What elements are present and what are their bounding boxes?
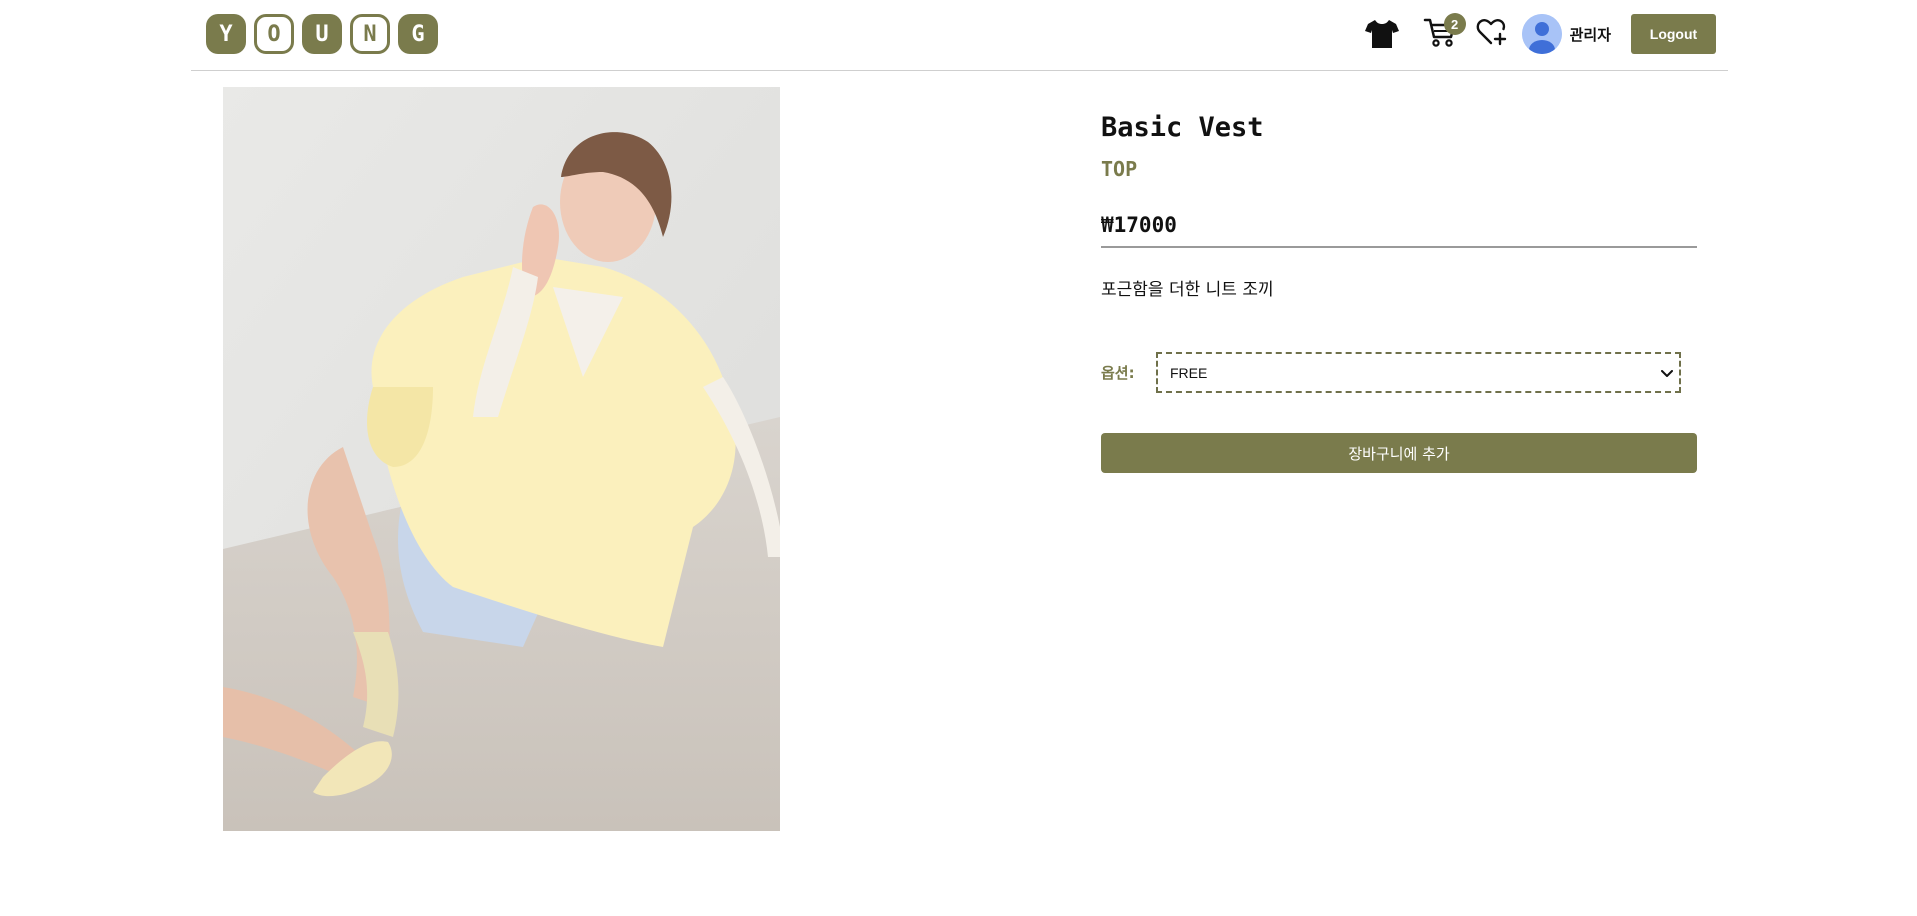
wishlist-button[interactable]	[1472, 14, 1512, 54]
option-select[interactable]: FREE	[1156, 352, 1681, 393]
product-price: ₩17000	[1101, 212, 1697, 248]
product-info: Basic Vest TOP ₩17000 포근함을 더한 니트 조끼 옵션: …	[1101, 110, 1697, 473]
option-row: 옵션: FREE	[1101, 352, 1697, 393]
logo-letter-u: U	[302, 14, 342, 54]
logo-letter-g: G	[398, 14, 438, 54]
top-header: Y O U N G 2 관리자 Logout	[191, 0, 1728, 71]
product-category: TOP	[1101, 157, 1138, 181]
logo-letter-o: O	[254, 14, 294, 54]
product-image	[223, 87, 780, 831]
chevron-down-icon	[1661, 365, 1673, 381]
add-to-cart-button[interactable]: 장바구니에 추가	[1101, 433, 1697, 473]
product-description: 포근함을 더한 니트 조끼	[1101, 280, 1274, 300]
option-label: 옵션:	[1101, 364, 1135, 382]
tshirt-icon[interactable]	[1362, 14, 1402, 54]
cart-count-badge: 2	[1443, 13, 1466, 35]
logout-button[interactable]: Logout	[1631, 14, 1716, 54]
user-name: 관리자	[1569, 25, 1611, 44]
header-actions: 2 관리자 Logout	[1362, 13, 1716, 55]
heart-plus-icon	[1476, 17, 1508, 51]
logo-letter-n: N	[350, 14, 390, 54]
page: Y O U N G 2 관리자 Logout Basic Vest TOP ₩1…	[0, 0, 1917, 916]
product-title: Basic Vest	[1101, 112, 1264, 143]
brand-logo[interactable]: Y O U N G	[206, 14, 438, 54]
cart-button[interactable]: 2	[1420, 13, 1466, 54]
logo-letter-y: Y	[206, 14, 246, 54]
option-selected-value: FREE	[1170, 364, 1208, 381]
user-avatar-icon	[1521, 14, 1562, 54]
user-menu[interactable]: 관리자	[1521, 14, 1611, 54]
